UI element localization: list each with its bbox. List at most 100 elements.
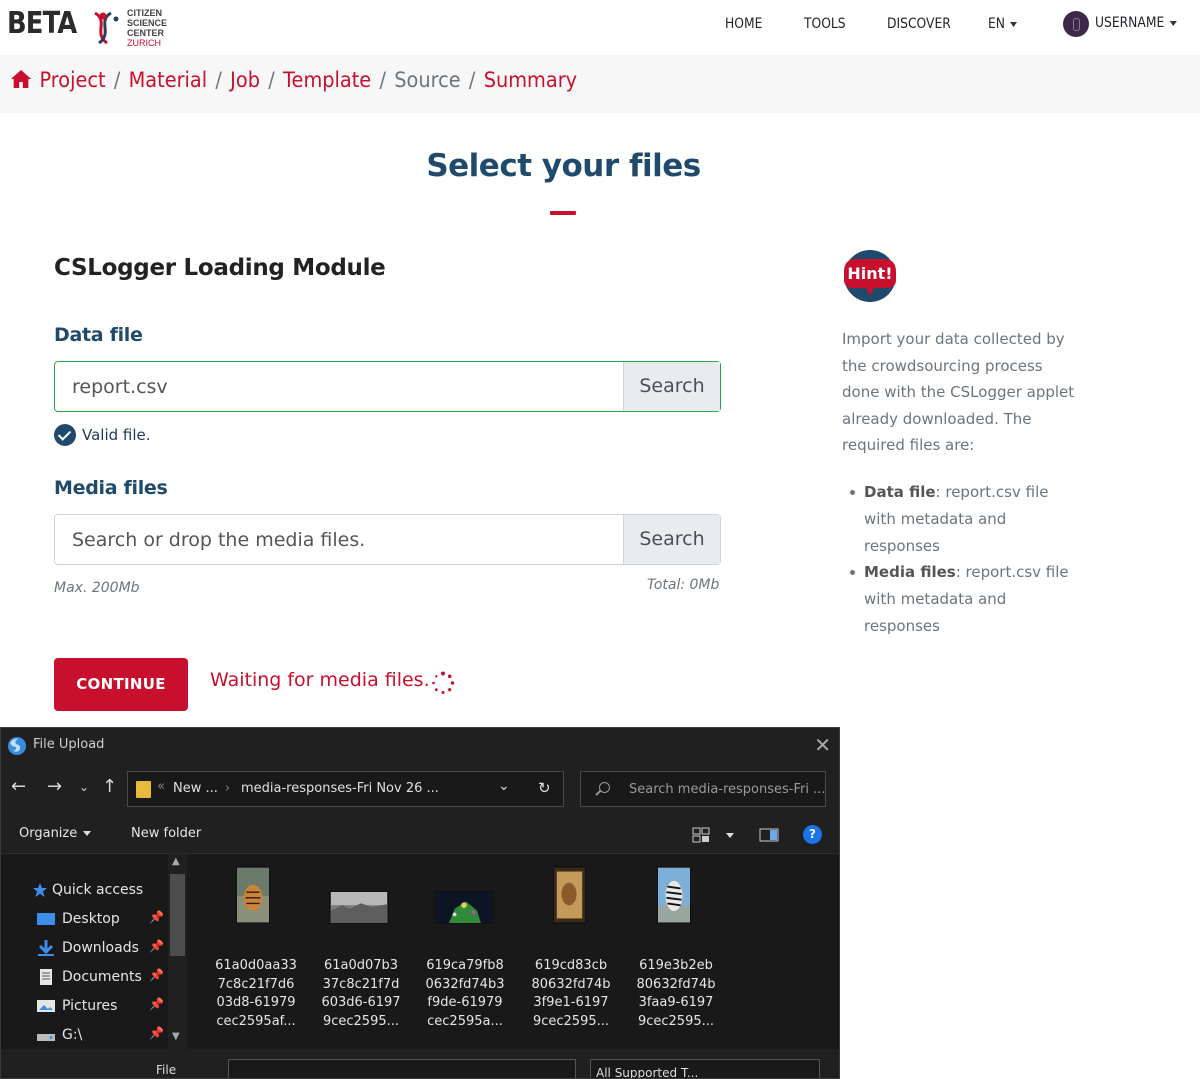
address-bar[interactable]: « New ... › media-responses-Fri Nov 26 .… [127, 771, 564, 807]
valid-file-text: Valid file. [82, 426, 151, 444]
folder-icon [136, 781, 151, 798]
filetype-select[interactable]: All Supported T... [590, 1059, 820, 1078]
media-files-search-button[interactable]: Search [623, 515, 720, 564]
view-options-chevron-icon[interactable] [726, 833, 734, 838]
pictures-icon [37, 1000, 55, 1012]
file-thumbnail-tiger [236, 866, 270, 924]
chevron-down-icon [83, 831, 92, 836]
change-view-icon[interactable] [692, 827, 710, 843]
pin-icon: 📌 [149, 1026, 164, 1040]
file-item[interactable]: 619cd83cb 80632fd74b 3f9e1-6197 9cec2595... [521, 957, 621, 1031]
continue-button[interactable]: CONTINUE [54, 658, 188, 711]
search-icon [599, 782, 610, 793]
desktop-icon [37, 913, 55, 925]
dialog-titlebar: File Upload ✕ [1, 728, 839, 762]
avatar[interactable] [1063, 11, 1089, 37]
language-dropdown[interactable]: EN [988, 16, 1018, 32]
top-navbar: BETA CITIZEN SCIENCE CENTER ZURICH HOME … [0, 0, 1200, 54]
recent-locations-chevron-icon[interactable]: ⌄ [79, 780, 89, 794]
media-files-label: Media files [54, 477, 168, 499]
media-files-input[interactable] [55, 515, 625, 564]
media-files-group: Search [54, 514, 721, 565]
data-file-search-button[interactable]: Search [623, 362, 720, 411]
preview-pane-icon[interactable] [759, 827, 779, 843]
filename-input[interactable] [228, 1059, 576, 1078]
user-menu[interactable]: USERNAME [1095, 15, 1177, 31]
language-label: EN [988, 16, 1006, 32]
breadcrumb-project[interactable]: Project [39, 68, 105, 92]
data-file-input[interactable] [55, 362, 625, 411]
file-item[interactable]: 619ca79fb8 0632fd74b3 f9de-61979 cec2595a..… [415, 957, 515, 1031]
loading-spinner-icon [432, 671, 455, 694]
hint-item-data-file: Data file: report.csv file with metadata… [848, 479, 1083, 559]
path-segment-new[interactable]: New ... [173, 781, 218, 796]
help-icon[interactable]: ? [803, 825, 822, 844]
file-item[interactable]: 61a0d0aa33 7c8c21f7d6 03d8-61979 cec2595af.… [206, 957, 306, 1031]
sidebar-scrollbar-thumb[interactable] [170, 874, 185, 956]
file-list: 61a0d0aa33 7c8c21f7d6 03d8-61979 cec2595af.… [189, 854, 839, 1049]
sidebar-item-pictures[interactable]: Pictures 📌 [1, 993, 169, 1021]
file-thumbnail-painting [553, 866, 586, 924]
drive-icon [37, 1034, 55, 1041]
dialog-footer: File All Supported T... [1, 1049, 839, 1078]
firefox-icon [8, 737, 26, 755]
sidebar-item-desktop[interactable]: Desktop 📌 [1, 906, 169, 934]
username-label: USERNAME [1095, 15, 1165, 31]
breadcrumb-template[interactable]: Template [283, 68, 371, 92]
breadcrumb-material[interactable]: Material [129, 68, 207, 92]
navigation-pane: Quick access Desktop 📌 Downloads 📌 Docum… [1, 854, 189, 1049]
dialog-title: File Upload [33, 737, 105, 752]
organize-menu[interactable]: Organize [19, 826, 92, 841]
check-circle-icon [54, 424, 76, 446]
file-upload-dialog: File Upload ✕ ← → ⌄ ↑ « New ... › media-… [0, 727, 840, 1079]
nav-discover[interactable]: DISCOVER [887, 16, 951, 32]
citizen-science-center-logo[interactable]: CITIZEN SCIENCE CENTER ZURICH [89, 7, 169, 48]
refresh-icon[interactable]: ↻ [538, 779, 551, 797]
waiting-status: Waiting for media files. [210, 669, 430, 691]
back-arrow-icon[interactable]: ← [11, 776, 26, 797]
new-folder-button[interactable]: New folder [131, 826, 201, 841]
filename-label: File [156, 1063, 177, 1077]
file-thumbnail-snowy-city [329, 891, 389, 924]
up-arrow-icon[interactable]: ↑ [102, 776, 117, 797]
pin-icon: 📌 [149, 968, 164, 982]
documents-icon [40, 969, 52, 985]
command-bar: Organize New folder ? [1, 816, 839, 854]
logo-text: CITIZEN SCIENCE CENTER ZURICH [127, 8, 168, 48]
star-icon [33, 883, 47, 897]
hint-text: Import your data collected by the crowds… [842, 330, 1075, 454]
chevron-down-icon [1010, 21, 1018, 27]
breadcrumb: Project / Material / Job / Template / Source / Sum… [10, 68, 577, 94]
scroll-up-icon[interactable]: ▲ [172, 856, 180, 867]
dialog-search-placeholder: Search media-responses-Fri ... [629, 782, 826, 797]
sidebar-item-downloads[interactable]: Downloads 📌 [1, 935, 169, 963]
path-overflow-icon: « [157, 779, 165, 794]
beta-label: BETA [7, 6, 77, 41]
module-title: CSLogger Loading Module [54, 255, 386, 281]
scroll-down-icon[interactable]: ▼ [172, 1031, 180, 1042]
sidebar-item-g-drive[interactable]: G:\ 📌 [1, 1022, 169, 1050]
sidebar-item-quick-access[interactable]: Quick access [1, 877, 169, 905]
file-item[interactable]: 619e3b2eb 80632fd74b 3faa9-6197 9cec2595... [626, 957, 726, 1031]
file-item[interactable]: 61a0d07b3 37c8c21f7d 603d6-6197 9cec2595... [311, 957, 411, 1031]
close-icon[interactable]: ✕ [814, 733, 831, 757]
hint-list: Data file: report.csv file with metadata… [848, 479, 1083, 640]
sidebar-item-documents[interactable]: Documents 📌 [1, 964, 169, 992]
breadcrumb-bar: Project / Material / Job / Template / Source / Sum… [0, 54, 1200, 114]
path-segment-media-responses[interactable]: media-responses-Fri Nov 26 ... [241, 781, 439, 796]
address-dropdown-chevron-icon[interactable]: ⌄ [498, 778, 510, 794]
download-icon [38, 940, 54, 956]
home-icon[interactable] [10, 69, 32, 94]
breadcrumb-summary[interactable]: Summary [484, 68, 577, 92]
breadcrumb-job[interactable]: Job [230, 68, 260, 92]
valid-file-message: Valid file. [54, 424, 151, 446]
nav-tools[interactable]: TOOLS [804, 16, 846, 32]
hint-item-media-files: Media files: report.csv file with metada… [848, 559, 1083, 639]
data-file-label: Data file [54, 324, 143, 346]
nav-home[interactable]: HOME [725, 16, 762, 32]
forward-arrow-icon[interactable]: → [47, 776, 62, 797]
hint-badge-label: Hint! [847, 264, 892, 283]
total-size-note: Total: 0Mb [647, 577, 720, 593]
dialog-search-box[interactable]: Search media-responses-Fri ... [580, 771, 826, 807]
pin-icon: 📌 [149, 939, 164, 953]
